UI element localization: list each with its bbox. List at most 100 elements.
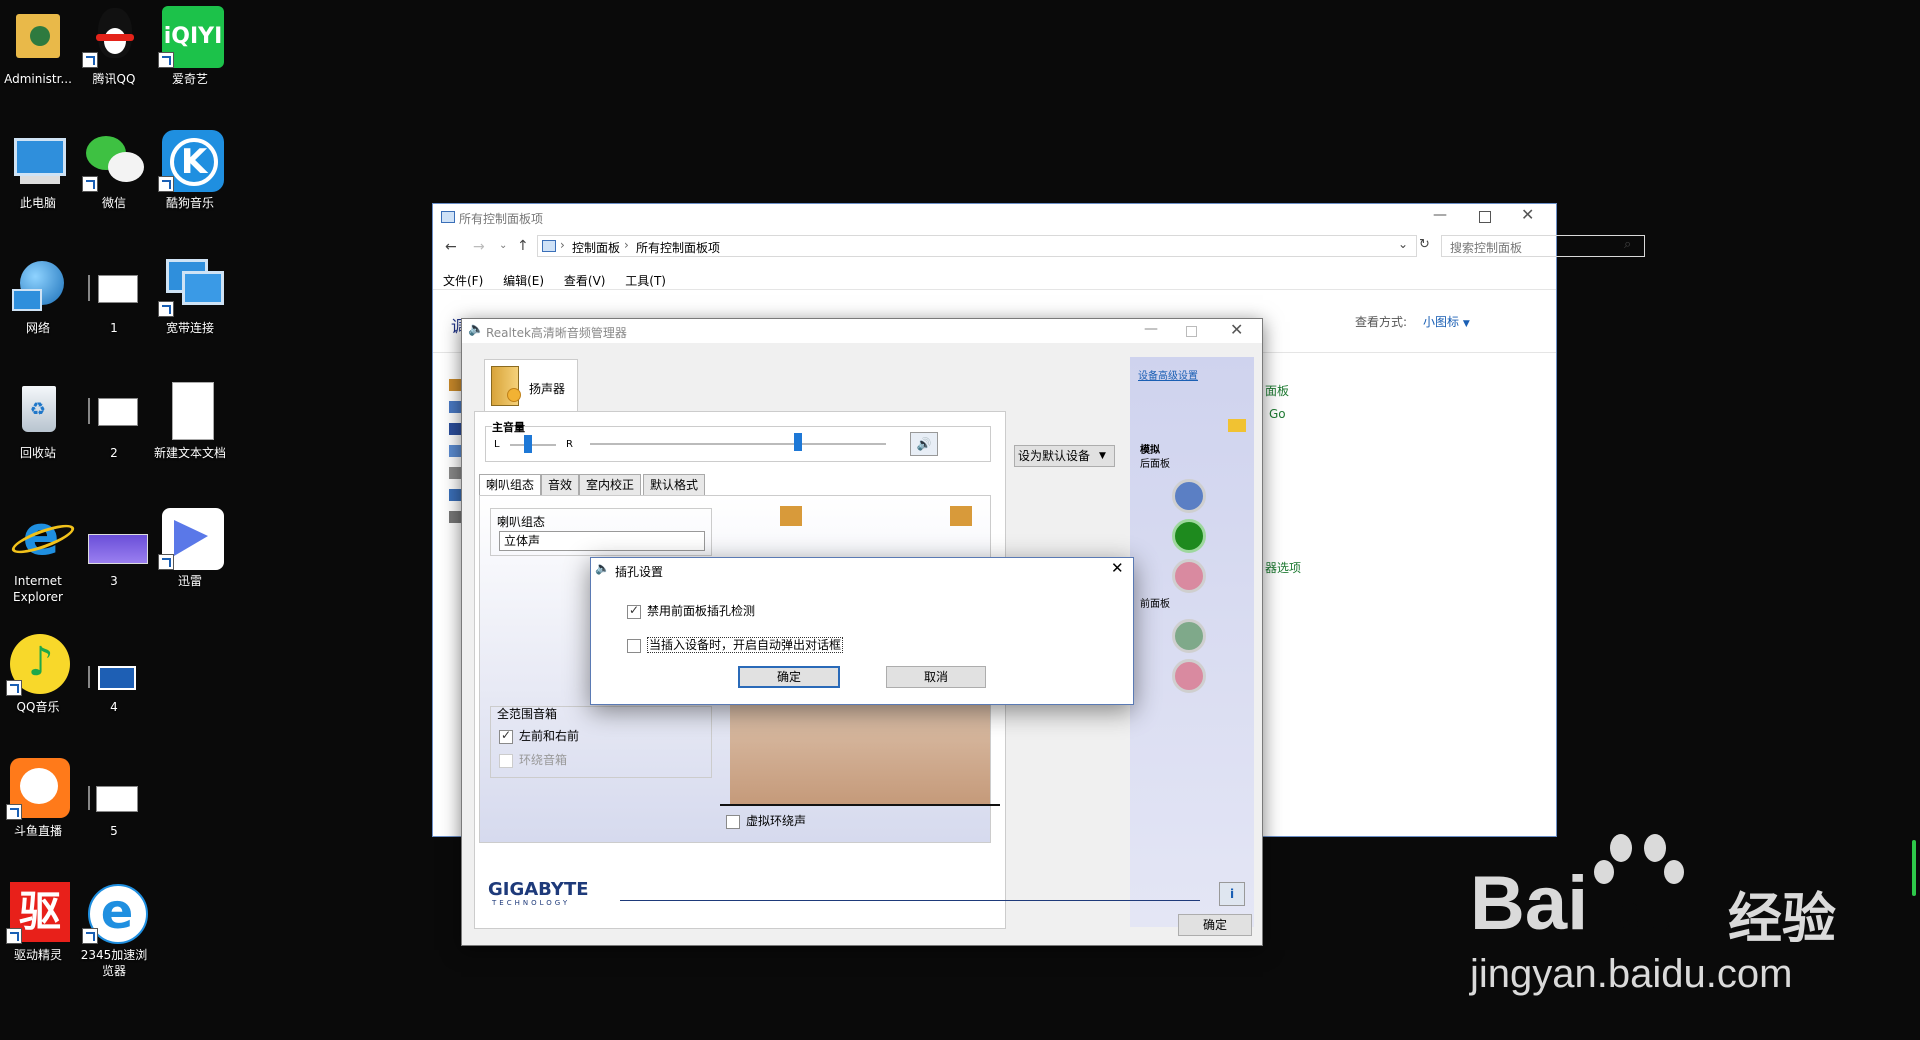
- back-line-in-jack-icon[interactable]: [1172, 479, 1206, 513]
- virtual-surround-checkbox[interactable]: [726, 814, 740, 829]
- surround-checkbox[interactable]: [499, 753, 513, 768]
- balance-slider-track[interactable]: [510, 444, 556, 446]
- recent-dropdown-icon[interactable]: ⌄: [499, 240, 507, 251]
- front-lr-checkbox[interactable]: [499, 728, 513, 744]
- title-bar: 🔈 Realtek高清晰音频管理器 — ✕: [462, 319, 1262, 343]
- auto-popup-label: 当插入设备时，开启自动弹出对话框: [647, 637, 844, 653]
- disable-front-jack-detection-checkbox[interactable]: [627, 603, 641, 619]
- balance-slider-thumb[interactable]: [524, 435, 532, 453]
- tab-default-format[interactable]: 默认格式: [643, 474, 706, 495]
- maximize-button[interactable]: [1186, 326, 1197, 337]
- disable-front-jack-detection-option[interactable]: 禁用前面板插孔检测: [627, 602, 755, 619]
- desktop-icon-new-text-doc[interactable]: 新建文本文档: [152, 378, 228, 461]
- front-mic-jack-icon[interactable]: [1172, 659, 1206, 693]
- minimize-button[interactable]: —: [1433, 207, 1447, 223]
- front-lr-option[interactable]: 左前和右前: [499, 727, 579, 744]
- douyu-fish-icon: [6, 756, 70, 820]
- set-default-device-button[interactable]: 设为默认设备 ▼: [1014, 445, 1115, 467]
- desktop-icon-administrator[interactable]: Administr...: [0, 4, 76, 87]
- view-by-dropdown[interactable]: 小图标 ▼: [1423, 313, 1470, 330]
- browser-2345-icon: e: [82, 880, 148, 944]
- info-icon[interactable]: i: [1219, 882, 1245, 906]
- desktop-icon-file-1[interactable]: 1: [76, 253, 152, 336]
- icon-label: 2345加速浏览器: [80, 948, 148, 978]
- control-panel-icon: [542, 240, 556, 252]
- surround-option[interactable]: 环绕音箱: [499, 751, 567, 768]
- menu-view[interactable]: 查看(V): [564, 274, 606, 288]
- tab-room-correction[interactable]: 室内校正: [579, 474, 642, 495]
- menu-tools[interactable]: 工具(T): [625, 274, 666, 288]
- desktop-icon-qudong[interactable]: 驱 驱动精灵: [0, 880, 76, 963]
- mute-speaker-icon[interactable]: 🔊: [910, 432, 938, 456]
- desktop-icon-this-pc[interactable]: 此电脑: [0, 128, 76, 211]
- up-arrow-icon[interactable]: ↑: [517, 238, 529, 254]
- desktop-icon-kugou[interactable]: K 酷狗音乐: [152, 128, 228, 211]
- desktop-icon-file-4[interactable]: 4: [76, 632, 152, 715]
- ok-button[interactable]: 确定: [1178, 914, 1252, 936]
- back-arrow-icon[interactable]: ←: [445, 239, 457, 255]
- desktop-icon-file-5[interactable]: 5: [76, 756, 152, 839]
- watermark-jingyan: 经验: [1728, 887, 1836, 950]
- desktop-icon-2345-browser[interactable]: e 2345加速浏览器: [76, 880, 152, 979]
- menu-file[interactable]: 文件(F): [443, 274, 483, 288]
- control-panel-item-1[interactable]: 面板: [1265, 382, 1289, 399]
- desktop-icon-wechat[interactable]: 微信: [76, 128, 152, 211]
- device-tab-speakers[interactable]: 扬声器: [484, 359, 578, 412]
- desktop-icon-file-2[interactable]: 2: [76, 378, 152, 461]
- folder-icon[interactable]: [1228, 419, 1246, 432]
- main-volume-label: 主音量: [492, 419, 525, 435]
- speaker-config-select[interactable]: 立体声: [499, 531, 705, 551]
- minimize-button[interactable]: —: [1144, 321, 1158, 337]
- tab-sound-effects[interactable]: 音效: [541, 474, 580, 495]
- desktop-icon-recycle-bin[interactable]: ♻ 回收站: [0, 378, 76, 461]
- refresh-icon[interactable]: ↻: [1419, 237, 1430, 252]
- front-headphone-jack-icon[interactable]: [1172, 619, 1206, 653]
- dialog-cancel-button[interactable]: 取消: [886, 666, 986, 688]
- desktop-icon-douyu[interactable]: 斗鱼直播: [0, 756, 76, 839]
- jack-panel: 设备高级设置 模拟 后面板 前面板: [1130, 357, 1254, 927]
- auto-popup-checkbox[interactable]: [627, 638, 641, 653]
- maximize-button[interactable]: [1479, 211, 1491, 223]
- volume-slider-thumb[interactable]: [794, 433, 802, 451]
- desktop-icon-broadband[interactable]: 宽带连接: [152, 253, 228, 336]
- icon-label: Internet Explorer: [13, 574, 63, 604]
- desktop-icon-network[interactable]: 网络: [0, 253, 76, 336]
- breadcrumb-separator: ›: [624, 238, 629, 252]
- virtual-surround-option[interactable]: 虚拟环绕声: [726, 812, 806, 829]
- search-icon[interactable]: ⌕: [1624, 237, 1631, 252]
- volume-slider-track[interactable]: [590, 443, 886, 445]
- back-mic-jack-icon[interactable]: [1172, 559, 1206, 593]
- search-box[interactable]: 搜索控制面板 ⌕: [1441, 235, 1645, 257]
- front-left-speaker-icon[interactable]: [780, 506, 802, 526]
- desktop-icon-qq-music[interactable]: ♪ QQ音乐: [0, 632, 76, 715]
- desktop-icon-qq[interactable]: 腾讯QQ: [76, 4, 152, 87]
- device-advanced-settings-link[interactable]: 设备高级设置: [1138, 367, 1198, 382]
- close-button[interactable]: ✕: [1521, 205, 1534, 224]
- dialog-ok-button[interactable]: 确定: [738, 666, 840, 688]
- globe-network-icon: [6, 253, 70, 317]
- control-panel-item-3[interactable]: 器选项: [1265, 559, 1301, 576]
- auto-popup-option[interactable]: 当插入设备时，开启自动弹出对话框: [627, 636, 844, 653]
- close-button[interactable]: ✕: [1230, 320, 1243, 339]
- speaker-config-label: 喇叭组态: [497, 515, 546, 529]
- address-dropdown-icon[interactable]: ⌄: [1398, 237, 1408, 251]
- forward-arrow-icon[interactable]: →: [473, 239, 485, 255]
- search-placeholder: 搜索控制面板: [1450, 241, 1523, 255]
- balance-left-label: L: [494, 439, 500, 450]
- breadcrumb-all-items[interactable]: 所有控制面板项: [636, 239, 720, 256]
- back-line-out-jack-icon[interactable]: [1172, 519, 1206, 553]
- front-right-speaker-icon[interactable]: [950, 506, 972, 526]
- kugou-icon: K: [158, 128, 224, 192]
- close-button[interactable]: ✕: [1111, 559, 1124, 577]
- menu-edit[interactable]: 编辑(E): [503, 274, 544, 288]
- desktop-icon-internet-explorer[interactable]: e Internet Explorer: [0, 506, 78, 605]
- title-bar: 所有控制面板项 — ✕: [433, 204, 1556, 230]
- desktop-icon-iqiyi[interactable]: iQIYI 爱奇艺: [152, 4, 228, 87]
- address-bar[interactable]: › 控制面板 › 所有控制面板项 ⌄: [537, 235, 1417, 257]
- desktop-icon-file-3[interactable]: 3: [76, 506, 152, 589]
- tab-speaker-config[interactable]: 喇叭组态: [479, 474, 542, 496]
- breadcrumb-control-panel[interactable]: 控制面板: [572, 239, 620, 256]
- qq-music-icon: ♪: [6, 632, 70, 696]
- desktop-icon-xunlei[interactable]: 迅雷: [152, 506, 228, 589]
- control-panel-item-2[interactable]: Go: [1269, 407, 1286, 421]
